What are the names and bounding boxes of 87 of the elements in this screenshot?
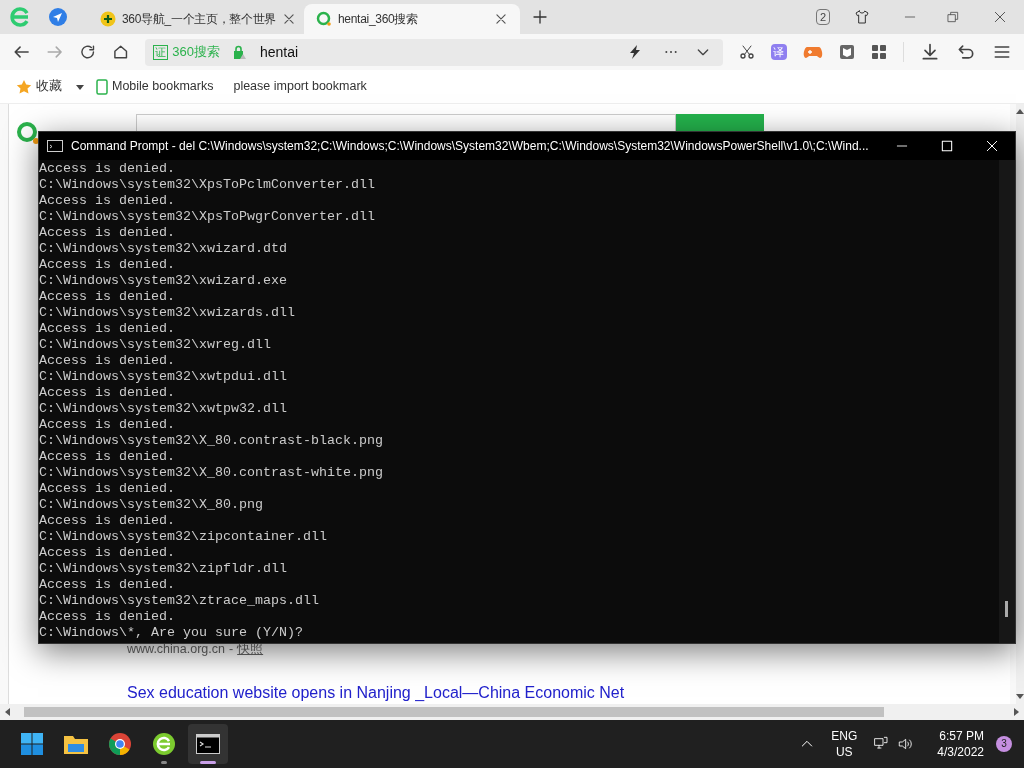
console-line: C:\Windows\system32\zipcontainer.dll xyxy=(39,529,327,545)
clock[interactable]: 6:57 PM 4/3/2022 xyxy=(937,728,984,760)
horizontal-scrollbar[interactable] xyxy=(0,704,1024,720)
console-line: Access is denied. xyxy=(39,353,175,369)
scissors-icon[interactable] xyxy=(739,44,755,60)
console-line: C:\Windows\system32\ztrace_maps.dll xyxy=(39,593,319,609)
console-line: Access is denied. xyxy=(39,577,175,593)
chrome-icon[interactable] xyxy=(108,732,132,756)
search-logo-icon xyxy=(316,11,332,27)
browser-e-icon[interactable] xyxy=(152,732,176,756)
maximize-icon[interactable] xyxy=(940,139,954,153)
search-field[interactable] xyxy=(136,114,676,131)
new-tab-icon[interactable] xyxy=(532,9,548,25)
windows-logo-icon[interactable] xyxy=(20,732,44,756)
gamepad-icon[interactable] xyxy=(803,44,823,60)
console-line: Access is denied. xyxy=(39,193,175,209)
console-line: Access is denied. xyxy=(39,385,175,401)
console-line: Access is denied. xyxy=(39,609,175,625)
phone-icon xyxy=(96,78,108,95)
site-label: 360搜索 xyxy=(172,43,220,62)
bookmark-item[interactable]: 收藏 xyxy=(12,77,66,96)
console-line: Access is denied. xyxy=(39,257,175,273)
apps-grid-icon[interactable] xyxy=(871,44,887,60)
console-line: Access is denied. xyxy=(39,449,175,465)
console-line: Access is denied. xyxy=(39,289,175,305)
plus-badge-icon xyxy=(100,11,116,27)
separator-text: - xyxy=(228,641,234,659)
console-line: C:\Windows\system32\XpsToPclmConverter.dll xyxy=(39,177,375,193)
undo-icon[interactable] xyxy=(956,42,976,62)
console-line: C:\Windows\system32\xwtpw32.dll xyxy=(39,401,287,417)
tab-title: 360导航_一个主页，整个世界 xyxy=(122,11,277,28)
console-line: C:\Windows\system32\xwizards.dll xyxy=(39,305,295,321)
console-line: C:\Windows\system32\xwreg.dll xyxy=(39,337,271,353)
tab-count[interactable]: 2 xyxy=(815,9,830,25)
console-line: Access is denied. xyxy=(39,513,175,529)
scrollbar-thumb[interactable] xyxy=(24,707,884,717)
console-line: Access is denied. xyxy=(39,225,175,241)
scroll-down-icon[interactable] xyxy=(1016,692,1024,700)
console-line: Access is denied. xyxy=(39,417,175,433)
taskbar-app[interactable] xyxy=(188,724,228,764)
console-line: C:\Windows\system32\xwizard.dtd xyxy=(39,241,287,257)
console-line: Access is denied. xyxy=(39,545,175,561)
console-line: C:\Windows\system32\zipfldr.dll xyxy=(39,561,287,577)
console-icon xyxy=(47,140,63,152)
download-icon[interactable] xyxy=(920,42,940,62)
console-line: Access is denied. xyxy=(39,321,175,337)
console-line: Access is denied. xyxy=(39,161,175,177)
notification-badge[interactable]: 3 xyxy=(996,736,1012,752)
bookmark-item[interactable]: please import bookmark xyxy=(229,77,371,96)
console-line: C:\Windows\system32\X_80.png xyxy=(39,497,263,513)
lightning-icon[interactable] xyxy=(627,44,643,60)
dropdown-caret-icon[interactable] xyxy=(76,82,84,91)
result-url: www.china.org.cn xyxy=(127,641,225,659)
shirt-icon[interactable] xyxy=(854,9,870,25)
language-indicator[interactable]: ENG US xyxy=(831,728,858,760)
scroll-left-icon[interactable] xyxy=(4,708,12,716)
address-text: hentai xyxy=(260,42,299,62)
bookmark-item[interactable]: Mobile bookmarks xyxy=(92,77,218,96)
console-line: C:\Windows\system32\X_80.contrast-black.png xyxy=(39,433,383,449)
network-icon[interactable] xyxy=(873,736,890,752)
close-icon[interactable] xyxy=(494,12,508,26)
console-line: C:\Windows\system32\X_80.contrast-white.png xyxy=(39,465,383,481)
tab-title: hentai_360搜索 xyxy=(338,11,419,28)
address-bar[interactable]: 证 360搜索 hentai xyxy=(145,38,723,66)
search-logo-icon[interactable] xyxy=(16,121,40,145)
reload-icon[interactable] xyxy=(78,43,96,61)
vertical-scrollbar[interactable] xyxy=(1016,104,1024,704)
console-line: C:\Windows\system32\XpsToPwgrConverter.dll xyxy=(39,209,375,225)
console-line: Access is denied. xyxy=(39,481,175,497)
book-icon[interactable] xyxy=(839,44,855,60)
console-line: C:\Windows\system32\xwtpdui.dll xyxy=(39,369,287,385)
result-title-link[interactable]: Sex education website opens in Nanjing _Local—China Economic Net xyxy=(127,684,1010,702)
star-icon xyxy=(16,78,32,95)
console-line: C:\Windows\system32\xwizard.exe xyxy=(39,273,287,289)
console-scrollbar[interactable] xyxy=(999,160,1015,643)
console-line: C:\Windows\*, Are you sure (Y/N)? xyxy=(39,625,303,641)
terminal-icon[interactable] xyxy=(196,734,220,754)
window-title: Command Prompt - del C:\Windows\system32;C:\Windows;C:\Windows\System32\Wbem;C:\Windows\System32\WindowsPowerShell\v1.0\;C:\Wind... xyxy=(71,138,870,155)
close-icon[interactable] xyxy=(984,138,1000,154)
restore-icon[interactable] xyxy=(946,10,960,24)
scroll-right-icon[interactable] xyxy=(1012,708,1020,716)
browser-tab[interactable]: hentai_360搜索 xyxy=(304,4,520,34)
scrollbar-thumb[interactable] xyxy=(1005,601,1008,617)
volume-icon[interactable] xyxy=(897,736,914,752)
home-icon[interactable] xyxy=(111,43,130,61)
scroll-up-icon[interactable] xyxy=(1016,108,1024,116)
browser-tab[interactable]: 360导航_一个主页，整个世界 xyxy=(88,4,304,34)
